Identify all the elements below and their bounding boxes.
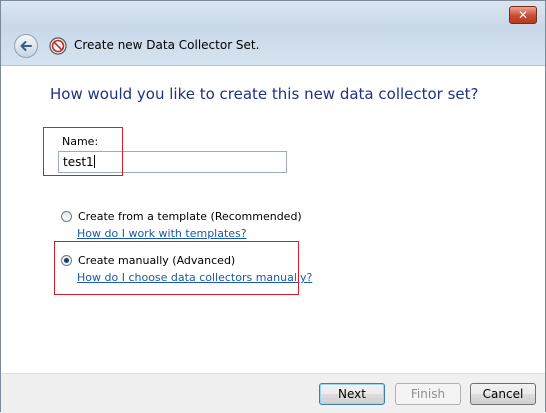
template-radio-button[interactable] — [61, 211, 72, 222]
cancel-button[interactable]: Cancel — [470, 383, 536, 405]
dialog-title: Create new Data Collector Set. — [74, 38, 260, 52]
manual-radio-button[interactable] — [61, 255, 72, 266]
next-button[interactable]: Next — [319, 383, 385, 405]
back-button[interactable] — [14, 34, 38, 58]
name-input[interactable]: test1 — [58, 151, 287, 173]
manual-option-label: Create manually (Advanced) — [78, 254, 236, 267]
wizard-window: ✕ Create new Data Collector Set. How wou… — [0, 0, 546, 413]
close-button[interactable]: ✕ — [509, 6, 537, 24]
finish-button[interactable]: Finish — [395, 383, 461, 405]
highlight-box-manual — [54, 241, 299, 295]
name-input-value: test1 — [63, 155, 94, 169]
manual-help-link[interactable]: How do I choose data collectors manually… — [77, 271, 312, 284]
template-option-label: Create from a template (Recommended) — [78, 210, 302, 223]
performance-monitor-icon — [49, 37, 67, 55]
option-manual-row[interactable]: Create manually (Advanced) — [61, 254, 235, 267]
back-arrow-icon — [20, 41, 32, 51]
name-label: Name: — [62, 135, 99, 148]
button-footer — [1, 373, 545, 413]
text-caret — [93, 155, 95, 168]
close-icon: ✕ — [517, 8, 529, 22]
templates-help-link[interactable]: How do I work with templates? — [77, 227, 247, 240]
page-heading: How would you like to create this new da… — [50, 85, 479, 103]
title-bar: ✕ Create new Data Collector Set. — [1, 1, 545, 66]
option-template-row[interactable]: Create from a template (Recommended) — [61, 210, 302, 223]
